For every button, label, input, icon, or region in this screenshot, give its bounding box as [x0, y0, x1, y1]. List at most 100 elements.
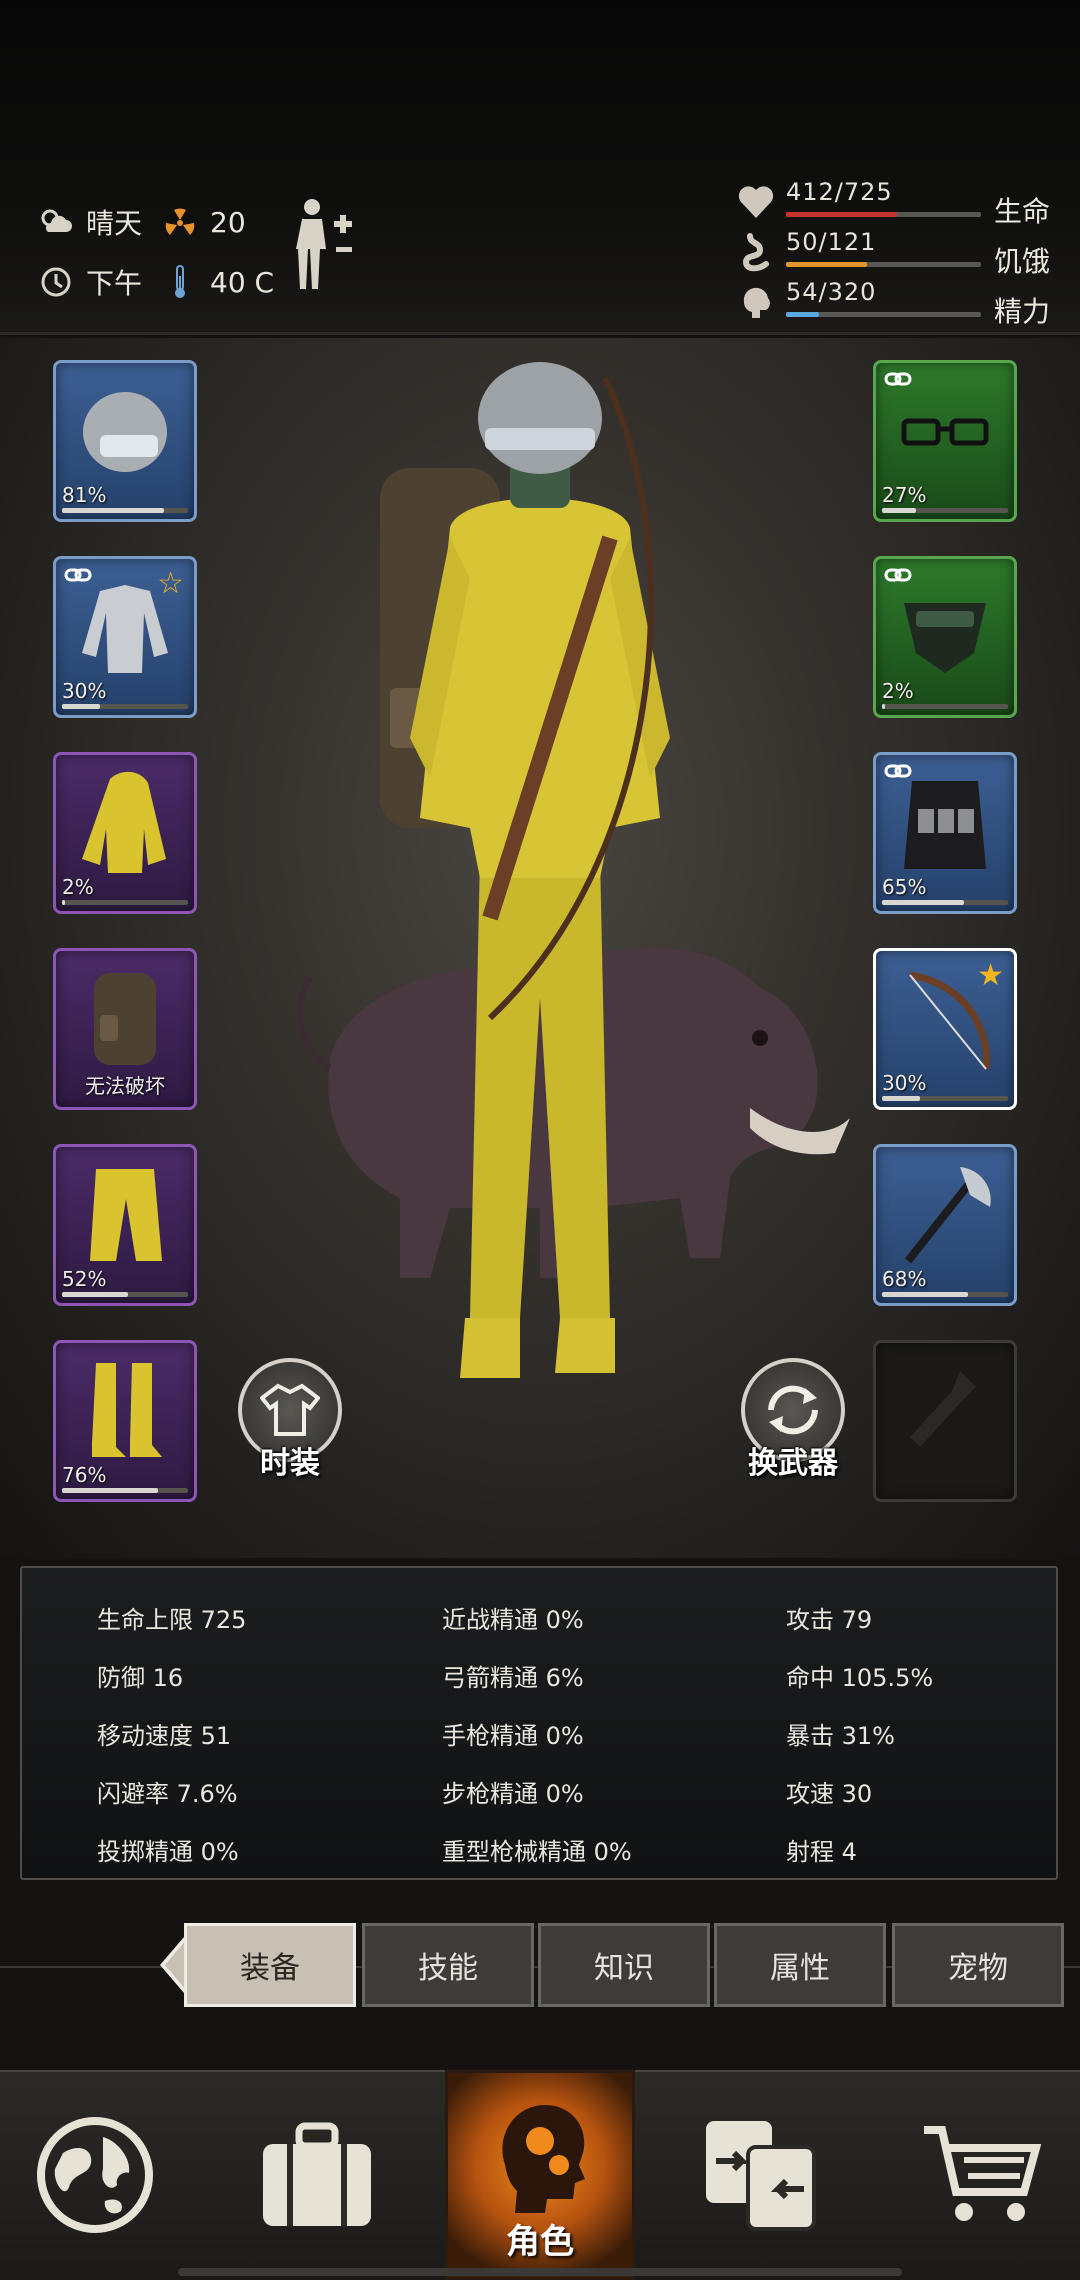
fashion-label: 时装: [260, 1446, 320, 1481]
stats-panel: 生命上限 725 近战精通 0% 攻击 79 防御 16 弓箭精通 6% 命中 …: [20, 1566, 1058, 1880]
bow-durability: 30%: [882, 1071, 927, 1095]
pants-durability-bar: [62, 1292, 188, 1297]
backpack-slot[interactable]: 无法破坏: [53, 948, 197, 1110]
inventory-button[interactable]: [222, 2070, 412, 2280]
tab-knowledge[interactable]: 知识: [538, 1923, 710, 2007]
stomach-icon: [736, 232, 778, 274]
hunger-vital: 50/121 饥饿: [736, 228, 1056, 278]
time-indicator: 下午: [36, 262, 142, 302]
helmet-slot[interactable]: 81%: [53, 360, 197, 522]
cloud-sun-icon: [36, 202, 76, 242]
backpack-unbreakable-label: 无法破坏: [85, 1074, 165, 1098]
stat-archery-mastery: 弓箭精通 6%: [442, 1664, 584, 1692]
trade-icon: [706, 2121, 816, 2231]
fashion-button[interactable]: 时装: [235, 1358, 345, 1498]
axe-slot[interactable]: 68%: [873, 1144, 1017, 1306]
shirt-durability-bar: [62, 704, 188, 709]
glasses-slot[interactable]: 27%: [873, 360, 1017, 522]
radiation-indicator: 20: [160, 202, 246, 242]
axe-durability-bar: [882, 1292, 1008, 1297]
health-bar: [786, 212, 981, 217]
home-indicator: [178, 2268, 902, 2276]
switch-weapon-button[interactable]: 换武器: [738, 1358, 848, 1498]
temperature-value: 40 C: [210, 265, 275, 299]
character-portrait: [380, 362, 670, 1378]
heart-icon: [736, 182, 778, 224]
vest-slot[interactable]: 65%: [873, 752, 1017, 914]
mask-durability-bar: [882, 704, 1008, 709]
pants-durability: 52%: [62, 1267, 107, 1291]
hunger-bar: [786, 262, 981, 267]
suitcase-icon: [263, 2122, 371, 2226]
stat-heavy-weapon-mastery: 重型枪械精通 0%: [442, 1838, 632, 1866]
bow-icon: [909, 971, 990, 1070]
tactical-vest-icon: [904, 781, 986, 869]
helmet-durability: 81%: [62, 483, 107, 507]
world-map-icon: [37, 2117, 153, 2233]
glasses-icon: [901, 418, 989, 446]
stat-range: 射程 4: [786, 1838, 857, 1866]
status-header: 晴天 20 下午 40 C 412/725 生命 50/121 饥饿 54/32…: [0, 0, 1080, 335]
time-label: 下午: [86, 267, 143, 300]
character-button[interactable]: 角色: [445, 2070, 635, 2280]
tab-pets[interactable]: 宠物: [892, 1923, 1064, 2007]
axe-icon: [904, 1167, 991, 1264]
energy-value: 54/320: [786, 278, 877, 306]
shop-button[interactable]: [887, 2070, 1077, 2280]
body-status-icon[interactable]: [292, 195, 362, 295]
energy-vital: 54/320 精力: [736, 278, 1056, 328]
weather-label: 晴天: [86, 207, 143, 240]
thermometer-icon: [160, 262, 200, 302]
axe-durability: 68%: [882, 1267, 927, 1291]
stat-attack-speed: 攻速 30: [786, 1780, 873, 1808]
shirt-slot[interactable]: ☆ 30%: [53, 556, 197, 718]
boots-icon: [92, 1363, 162, 1457]
stat-max-health: 生命上限 725: [97, 1606, 247, 1634]
boots-slot[interactable]: 76%: [53, 1340, 197, 1502]
world-map-button[interactable]: [0, 2070, 190, 2280]
mask-durability: 2%: [882, 679, 914, 703]
health-value: 412/725: [786, 178, 893, 206]
weather-indicator: 晴天: [36, 202, 142, 242]
glasses-durability-bar: [882, 508, 1008, 513]
mask-slot[interactable]: 2%: [873, 556, 1017, 718]
stat-pistol-mastery: 手枪精通 0%: [442, 1722, 584, 1750]
cart-icon: [924, 2126, 1042, 2221]
stat-crit: 暴击 31%: [786, 1722, 895, 1750]
jacket-durability: 2%: [62, 875, 94, 899]
shirt-icon: [82, 585, 168, 673]
tab-attributes[interactable]: 属性: [714, 1923, 886, 2007]
helmet-durability-bar: [62, 508, 188, 513]
health-label: 生命: [994, 195, 1051, 228]
jacket-slot[interactable]: 2%: [53, 752, 197, 914]
jacket-durability-bar: [62, 900, 188, 905]
switch-weapon-label: 换武器: [748, 1446, 838, 1481]
bow-durability-bar: [882, 1096, 1008, 1101]
stat-defense: 防御 16: [97, 1664, 184, 1692]
pants-icon: [90, 1169, 162, 1261]
trade-button[interactable]: [665, 2070, 855, 2280]
backpack-icon: [94, 973, 156, 1065]
stat-attack: 攻击 79: [786, 1606, 873, 1634]
shirt-durability: 30%: [62, 679, 107, 703]
bow-slot[interactable]: ★ 30%: [873, 948, 1017, 1110]
stat-move-speed: 移动速度 51: [97, 1722, 232, 1750]
stat-dodge: 闪避率 7.6%: [97, 1780, 238, 1808]
character-scene: 81% ☆ 30% 2% 无法破坏 52% 76% 27% 2% 65% ★ 3…: [0, 338, 1080, 1558]
hunger-label: 饥饿: [994, 245, 1051, 278]
brain-icon: [736, 282, 778, 324]
pants-slot[interactable]: 52%: [53, 1144, 197, 1306]
bottle-placeholder-icon: [910, 1371, 976, 1447]
throwable-empty-slot[interactable]: [873, 1340, 1017, 1502]
vest-durability-bar: [882, 900, 1008, 905]
tab-skills[interactable]: 技能: [362, 1923, 534, 2007]
hunger-value: 50/121: [786, 228, 877, 256]
boots-durability: 76%: [62, 1463, 107, 1487]
gas-mask-icon: [904, 603, 986, 673]
glasses-durability: 27%: [882, 483, 927, 507]
character-nav-label: 角色: [506, 2222, 574, 2262]
tab-equipment[interactable]: 装备: [184, 1923, 356, 2007]
energy-bar: [786, 312, 981, 317]
stat-melee-mastery: 近战精通 0%: [442, 1606, 584, 1634]
radiation-icon: [160, 202, 200, 242]
